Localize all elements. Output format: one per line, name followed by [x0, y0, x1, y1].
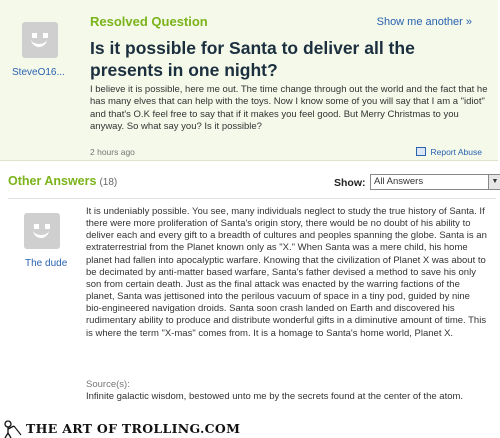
answer-body: It is undeniably possible. You see, many… — [86, 206, 487, 339]
show-filter-label: Show: — [334, 177, 366, 189]
watermark-text: THE ART OF TROLLING.COM — [26, 421, 241, 436]
answerer-username[interactable]: The dude — [25, 258, 67, 269]
flag-icon — [416, 147, 427, 156]
question-title: Is it possible for Santa to deliver all … — [90, 38, 415, 80]
troll-stickfigure-icon — [4, 420, 22, 438]
question-body: I believe it is possible, here me out. T… — [90, 84, 488, 133]
asker-username[interactable]: SteveO16... — [12, 67, 65, 78]
sources-label: Source(s): — [86, 379, 130, 390]
report-abuse-link[interactable]: Report Abuse — [416, 147, 482, 157]
resolved-status: Resolved Question — [90, 14, 208, 29]
answers-filter-select[interactable]: All Answers ▼ — [370, 174, 500, 190]
divider — [8, 198, 496, 199]
asker-avatar[interactable] — [22, 22, 58, 58]
answers-count: (18) — [99, 177, 118, 188]
sources-text: Infinite galactic wisdom, bestowed unto … — [86, 391, 464, 402]
other-answers-heading: Other Answers (18) — [8, 174, 118, 188]
question-time: 2 hours ago — [90, 147, 135, 157]
answerer-avatar[interactable] — [24, 213, 60, 249]
chevron-down-icon[interactable]: ▼ — [488, 175, 500, 189]
show-another-link[interactable]: Show me another » — [377, 16, 472, 28]
